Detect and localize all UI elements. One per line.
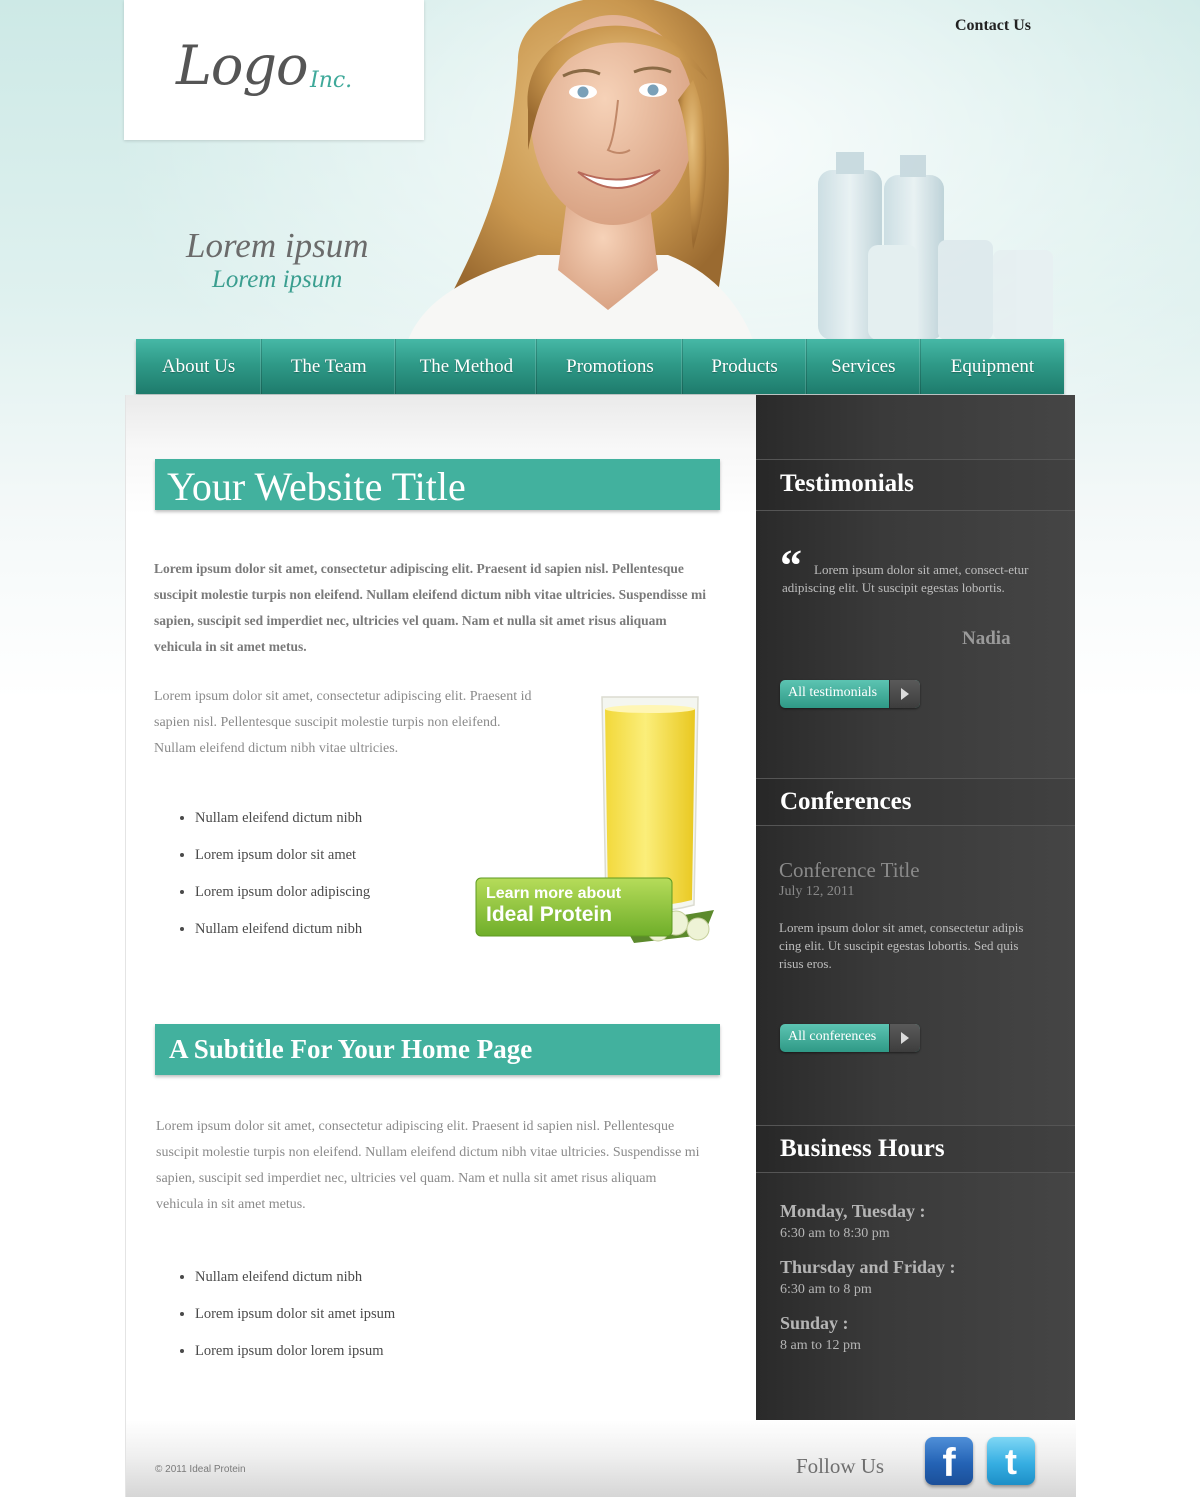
page-subtitle: A Subtitle For Your Home Page — [169, 1034, 533, 1064]
list-item: Lorem ipsum dolor adipiscing — [195, 884, 370, 921]
hours-time: 8 am to 12 pm — [780, 1338, 861, 1353]
page-title-bar: Your Website Title — [155, 459, 720, 510]
arrow-right-icon — [889, 1024, 920, 1052]
body-paragraph: Lorem ipsum dolor sit amet, consectetur … — [156, 1119, 700, 1212]
nav-the-method[interactable]: The Method — [396, 339, 538, 394]
logo-text: Logo — [176, 34, 308, 97]
promo-line-2: Ideal Protein — [486, 903, 613, 926]
facebook-icon[interactable]: f — [925, 1437, 973, 1485]
logo[interactable]: Logo Inc. — [124, 0, 424, 140]
list-item: Lorem ipsum dolor lorem ipsum — [195, 1343, 395, 1380]
contact-link[interactable]: Contact Us — [955, 17, 1031, 35]
nav-products[interactable]: Products — [683, 339, 807, 394]
twitter-glyph: t — [1005, 1441, 1017, 1482]
arrow-right-icon — [889, 680, 920, 708]
conferences-header: Conferences — [756, 778, 1075, 826]
copyright: © 2011 Ideal Protein — [155, 1464, 246, 1475]
conference-title[interactable]: Conference Title — [779, 858, 920, 883]
business-hours-header: Business Hours — [756, 1125, 1075, 1173]
nav-services[interactable]: Services — [807, 339, 921, 394]
logo-sub: Inc. — [310, 68, 353, 93]
tagline-main: Lorem ipsum — [186, 226, 369, 265]
testimonials-header: Testimonials — [756, 459, 1075, 511]
testimonial-quote: Lorem ipsum dolor sit amet, consect-etur… — [782, 562, 1029, 595]
all-testimonials-button[interactable]: All testimonials — [780, 680, 920, 708]
list-item: Nullam eleifend dictum nibh — [195, 810, 370, 847]
hours-day: Monday, Tuesday : — [780, 1201, 926, 1221]
nav-promotions[interactable]: Promotions — [537, 339, 684, 394]
list-item: Lorem ipsum dolor sit amet ipsum — [195, 1306, 395, 1343]
twitter-icon[interactable]: t — [987, 1437, 1035, 1485]
page-title: Your Website Title — [167, 464, 466, 509]
list-item: Nullam eleifend dictum nibh — [195, 921, 370, 958]
conference-date: July 12, 2011 — [779, 884, 855, 899]
hero-photo — [408, 0, 1053, 340]
nav-the-team[interactable]: The Team — [262, 339, 397, 394]
testimonials-heading: Testimonials — [780, 470, 914, 497]
all-conferences-label: All conferences — [788, 1029, 877, 1044]
main-nav: About Us The Team The Method Promotions … — [136, 339, 1064, 394]
follow-us-label: Follow Us — [796, 1454, 885, 1478]
hours-time: 6:30 am to 8:30 pm — [780, 1226, 890, 1241]
promo-line-1: Learn more about — [486, 885, 622, 902]
intro-bold-paragraph: Lorem ipsum dolor sit amet, consectetur … — [154, 561, 707, 654]
all-testimonials-label: All testimonials — [788, 685, 878, 700]
list-item: Nullam eleifend dictum nibh — [195, 1269, 395, 1306]
facebook-glyph: f — [942, 1441, 956, 1485]
hours-day: Sunday : — [780, 1313, 849, 1333]
all-conferences-button[interactable]: All conferences — [780, 1024, 920, 1052]
hours-time: 6:30 am to 8 pm — [780, 1282, 872, 1297]
hours-day: Thursday and Friday : — [780, 1257, 956, 1277]
conferences-heading: Conferences — [780, 788, 912, 815]
feature-list: Nullam eleifend dictum nibh Lorem ipsum … — [175, 810, 370, 958]
nav-equipment[interactable]: Equipment — [921, 339, 1064, 394]
testimonial-author: Nadia — [962, 628, 1011, 649]
conference-text: Lorem ipsum dolor sit amet, consectetur … — [779, 920, 1024, 971]
ideal-protein-promo[interactable]: Learn more about Ideal Protein — [474, 695, 720, 950]
feature-list-2: Nullam eleifend dictum nibh Lorem ipsum … — [175, 1269, 395, 1380]
tagline-sub: Lorem ipsum — [212, 266, 343, 293]
business-hours-heading: Business Hours — [780, 1135, 945, 1162]
subtitle-bar: A Subtitle For Your Home Page — [155, 1024, 720, 1075]
list-item: Lorem ipsum dolor sit amet — [195, 847, 370, 884]
nav-about-us[interactable]: About Us — [136, 339, 263, 394]
